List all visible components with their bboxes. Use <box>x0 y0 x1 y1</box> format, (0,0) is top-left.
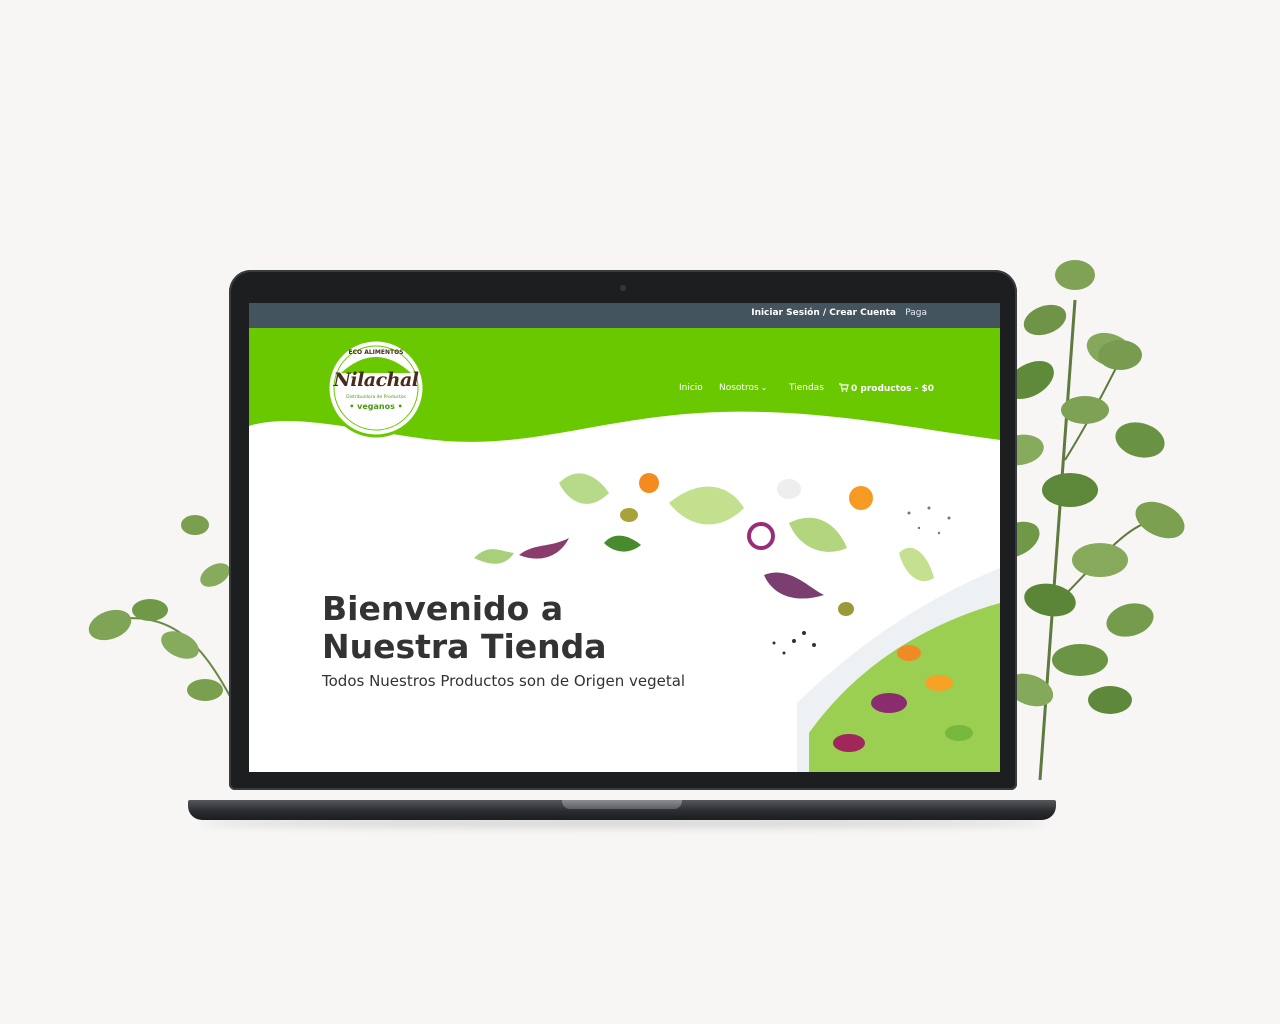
hero-subtitle: Todos Nuestros Productos son de Origen v… <box>322 672 686 690</box>
hero-title-line1: Bienvenido a <box>322 589 564 628</box>
hero-title-line2: Nuestra Tienda <box>322 627 607 666</box>
salad-illustration <box>474 473 1000 772</box>
website-screen: Iniciar Sesión / Crear Cuenta Paga ECO A… <box>249 303 1000 772</box>
left-plant <box>88 515 233 701</box>
camera-icon <box>620 285 626 291</box>
laptop-notch <box>562 800 682 809</box>
hero-title: Bienvenido a Nuestra Tienda <box>322 590 742 666</box>
